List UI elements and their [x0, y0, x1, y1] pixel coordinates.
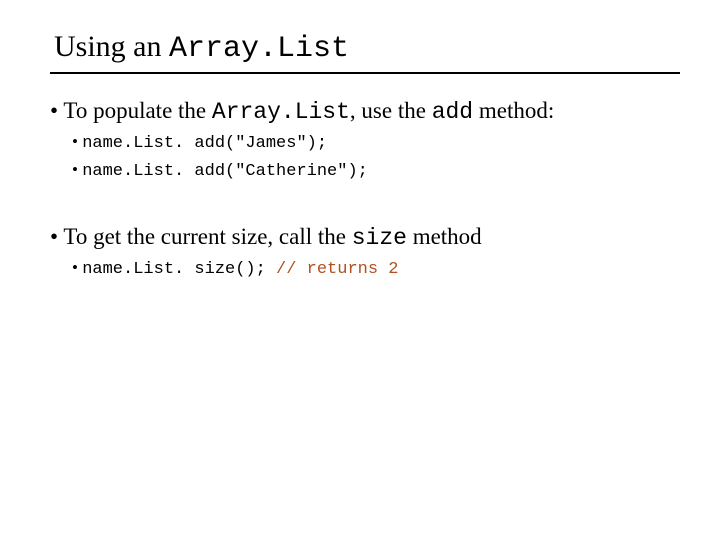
title-rule: [50, 72, 680, 74]
bullet-populate: • To populate the Array.List, use the ad…: [50, 98, 680, 125]
b2-text1: To get the current size, call the: [63, 224, 351, 249]
bullet-size: • To get the current size, call the size…: [50, 224, 680, 251]
b2-code1: size: [352, 225, 407, 251]
code-size: • name.List. size(); // returns 2: [72, 255, 680, 283]
b1-text1: To populate the: [63, 98, 212, 123]
code-line-2: name.List. add("Catherine");: [82, 162, 368, 181]
title-code: Array.List: [169, 32, 349, 66]
slide-title: Using an Array.List: [50, 30, 680, 66]
code-size-call: name.List. size();: [82, 260, 276, 279]
code-add-catherine: • name.List. add("Catherine");: [72, 157, 680, 185]
b2-text2: method: [407, 224, 482, 249]
b1-code1: Array.List: [212, 99, 350, 125]
code-size-comment: // returns 2: [276, 260, 398, 279]
b1-code2: add: [432, 99, 473, 125]
code-add-james: • name.List. add("James");: [72, 129, 680, 157]
b1-text2: , use the: [350, 98, 432, 123]
title-prefix: Using an: [54, 30, 169, 63]
b1-text3: method:: [473, 98, 554, 123]
code-line-1: name.List. add("James");: [82, 134, 327, 153]
